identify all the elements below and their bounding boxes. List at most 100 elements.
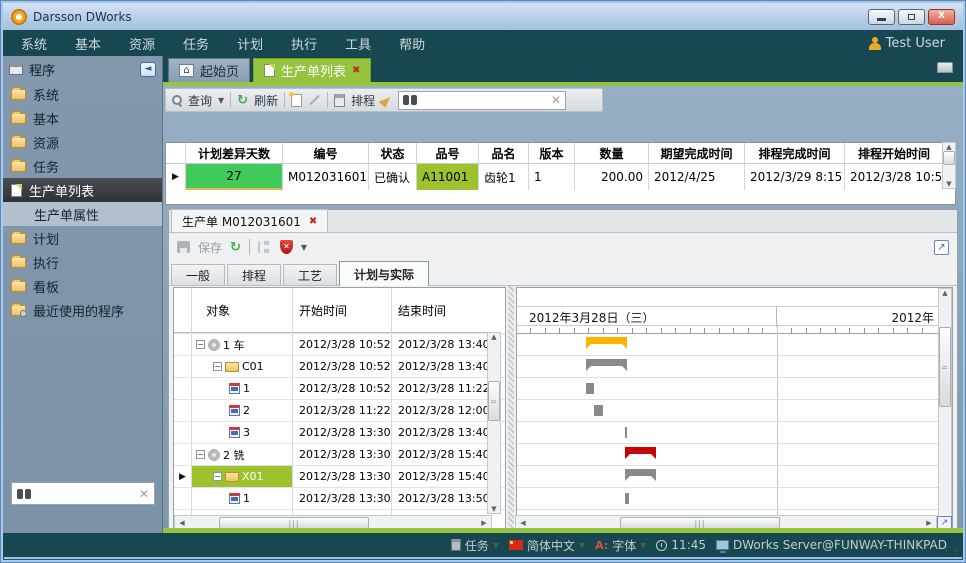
menu-task[interactable]: 任务 xyxy=(183,34,209,53)
column-header[interactable]: 品名 xyxy=(479,143,529,164)
column-header[interactable]: 数量 xyxy=(575,143,649,164)
tab-label: 生产单列表 xyxy=(281,61,346,80)
collapse-sidebar-button[interactable]: ◄ xyxy=(140,62,156,77)
status-language-menu[interactable]: 简体中文 ▼ xyxy=(509,537,585,554)
tree-row[interactable]: ▶−X012012/3/28 13:302012/3/28 15:40 xyxy=(174,466,505,488)
sidebar-item-production-order-props[interactable]: 生产单属性 xyxy=(3,202,162,226)
gantt-bar-task[interactable] xyxy=(586,383,594,394)
subtab-process[interactable]: 工艺 xyxy=(283,264,337,285)
shield-dropdown-icon[interactable]: ▼ xyxy=(301,243,307,252)
sidebar-item-resource[interactable]: 资源 xyxy=(3,130,162,154)
schedule-button[interactable]: 排程 xyxy=(351,92,375,109)
sidebar-item-recent-programs[interactable]: 最近使用的程序 xyxy=(3,298,162,322)
close-tab-icon[interactable]: ✖ xyxy=(352,65,360,76)
gantt-bar-task[interactable] xyxy=(625,427,627,438)
sidebar-item-task[interactable]: 任务 xyxy=(3,154,162,178)
menu-help[interactable]: 帮助 xyxy=(399,34,425,53)
toolbar-search-box[interactable]: ✕ xyxy=(398,91,566,110)
menu-system[interactable]: 系统 xyxy=(21,34,47,53)
status-font-menu[interactable]: A: 字体 ▼ xyxy=(595,537,646,554)
grid-data-row[interactable]: ▶ 27 M012031601 已确认 A11001 齿轮1 1 200.00 … xyxy=(166,164,955,190)
menu-basic[interactable]: 基本 xyxy=(75,34,101,53)
plan-vs-actual-area: 对象 开始时间 结束时间 −1 车2012/3/28 10:522012/3/2… xyxy=(169,286,957,530)
refresh-icon[interactable]: ↻ xyxy=(230,241,241,254)
gantt-bar-summary[interactable] xyxy=(586,359,627,366)
refresh-button[interactable]: 刷新 xyxy=(254,92,278,109)
subtab-schedule[interactable]: 排程 xyxy=(227,264,281,285)
tree-start-time: 2012/3/28 11:22 xyxy=(293,400,392,421)
clear-search-icon[interactable]: ✕ xyxy=(139,487,149,501)
minimize-button[interactable] xyxy=(868,9,895,25)
sidebar-search-input[interactable] xyxy=(36,486,134,501)
tree-row[interactable]: −C012012/3/28 10:522012/3/28 13:40 xyxy=(174,356,505,378)
tree-row[interactable]: 32012/3/28 13:302012/3/28 13:40 xyxy=(174,422,505,444)
clear-search-icon[interactable]: ✕ xyxy=(551,93,561,107)
gantt-row xyxy=(517,488,938,510)
gantt-vertical-scrollbar[interactable]: ▲ = ▼ xyxy=(938,288,952,529)
close-button[interactable]: X xyxy=(928,9,955,25)
column-header[interactable]: 排程完成时间 xyxy=(745,143,845,164)
menu-plan[interactable]: 计划 xyxy=(237,34,263,53)
detail-tab-production-order[interactable]: 生产单 M012031601 ✖ xyxy=(171,209,328,232)
sidebar-item-execute[interactable]: 执行 xyxy=(3,250,162,274)
sidebar-item-basic[interactable]: 基本 xyxy=(3,106,162,130)
new-document-icon[interactable] xyxy=(291,94,302,107)
column-header[interactable]: 编号 xyxy=(283,143,369,164)
tree-row[interactable]: 12012/3/28 10:522012/3/28 11:22 xyxy=(174,378,505,400)
status-task-menu[interactable]: 任务 ▼ xyxy=(451,537,499,554)
shield-cancel-icon[interactable]: ✕ xyxy=(280,240,293,254)
tree-row[interactable]: −1 车2012/3/28 10:522012/3/28 13:40 xyxy=(174,334,505,356)
tree-column-start[interactable]: 开始时间 xyxy=(293,288,392,333)
status-bar: 任务 ▼ 简体中文 ▼ A: 字体 ▼ 11:45 DWorks Server@… xyxy=(3,533,963,557)
toolbar-search-input[interactable] xyxy=(421,93,547,108)
tree-start-time: 2012/3/28 13:30 xyxy=(293,488,392,509)
subtab-plan-vs-actual[interactable]: 计划与实际 xyxy=(339,261,429,286)
sidebar-item-production-order-list[interactable]: 生产单列表 xyxy=(3,178,162,202)
column-header[interactable]: 状态 xyxy=(369,143,417,164)
window-list-icon[interactable] xyxy=(937,62,953,73)
query-dropdown-icon[interactable]: ▼ xyxy=(218,96,224,105)
broom-icon[interactable] xyxy=(379,93,393,107)
column-header[interactable]: 计划差异天数 xyxy=(186,143,283,164)
gantt-bar-task[interactable] xyxy=(594,405,603,416)
splitter-handle[interactable] xyxy=(508,286,514,530)
grid-vertical-scrollbar[interactable]: ▲ ▼ xyxy=(942,142,956,189)
tree-vertical-scrollbar[interactable]: ▲ = ▼ xyxy=(487,332,501,514)
resize-grip[interactable]: ⋮⋮ xyxy=(942,547,962,557)
column-header[interactable]: 版本 xyxy=(529,143,575,164)
tree-row[interactable]: −2 铣2012/3/28 13:302012/3/28 15:40 xyxy=(174,444,505,466)
menu-tools[interactable]: 工具 xyxy=(345,34,371,53)
column-header[interactable]: 品号 xyxy=(417,143,479,164)
gantt-bar-summary[interactable] xyxy=(586,337,627,344)
sidebar-item-system[interactable]: 系统 xyxy=(3,82,162,106)
tab-home[interactable]: ⌂ 起始页 xyxy=(168,58,250,82)
collapse-icon[interactable]: − xyxy=(213,472,222,481)
tree-column-end[interactable]: 结束时间 xyxy=(392,288,488,333)
sidebar-item-board[interactable]: 看板 xyxy=(3,274,162,298)
collapse-icon[interactable]: − xyxy=(196,450,205,459)
save-button[interactable]: 保存 xyxy=(198,239,222,256)
gantt-bar-summary[interactable] xyxy=(625,447,656,454)
menu-execute[interactable]: 执行 xyxy=(291,34,317,53)
menu-resource[interactable]: 资源 xyxy=(129,34,155,53)
close-detail-tab-icon[interactable]: ✖ xyxy=(309,216,317,227)
popout-icon[interactable]: ↗ xyxy=(934,240,949,255)
tab-production-order-list[interactable]: 生产单列表 ✖ xyxy=(253,58,371,82)
tree-column-object[interactable]: 对象 xyxy=(192,288,293,333)
tree-row[interactable]: 12012/3/28 13:302012/3/28 13:50 xyxy=(174,488,505,510)
gantt-bar-task[interactable] xyxy=(625,493,629,504)
restore-button[interactable] xyxy=(898,9,925,25)
collapse-icon[interactable]: − xyxy=(196,340,205,349)
column-header[interactable]: 期望完成时间 xyxy=(649,143,745,164)
gantt-bar-summary[interactable] xyxy=(625,469,656,476)
sidebar-search-box[interactable]: ✕ xyxy=(11,482,155,505)
user-indicator[interactable]: Test User xyxy=(869,36,945,51)
collapse-icon[interactable]: − xyxy=(213,362,222,371)
tree-row[interactable]: 22012/3/28 11:222012/3/28 12:00 xyxy=(174,400,505,422)
column-header[interactable]: 排程开始时间 xyxy=(845,143,943,164)
edit-icon[interactable] xyxy=(309,95,320,106)
subtab-general[interactable]: 一般 xyxy=(171,264,225,285)
row-selector-icon: ▶ xyxy=(172,172,179,182)
query-button[interactable]: 查询 xyxy=(188,92,212,109)
sidebar-item-plan[interactable]: 计划 xyxy=(3,226,162,250)
